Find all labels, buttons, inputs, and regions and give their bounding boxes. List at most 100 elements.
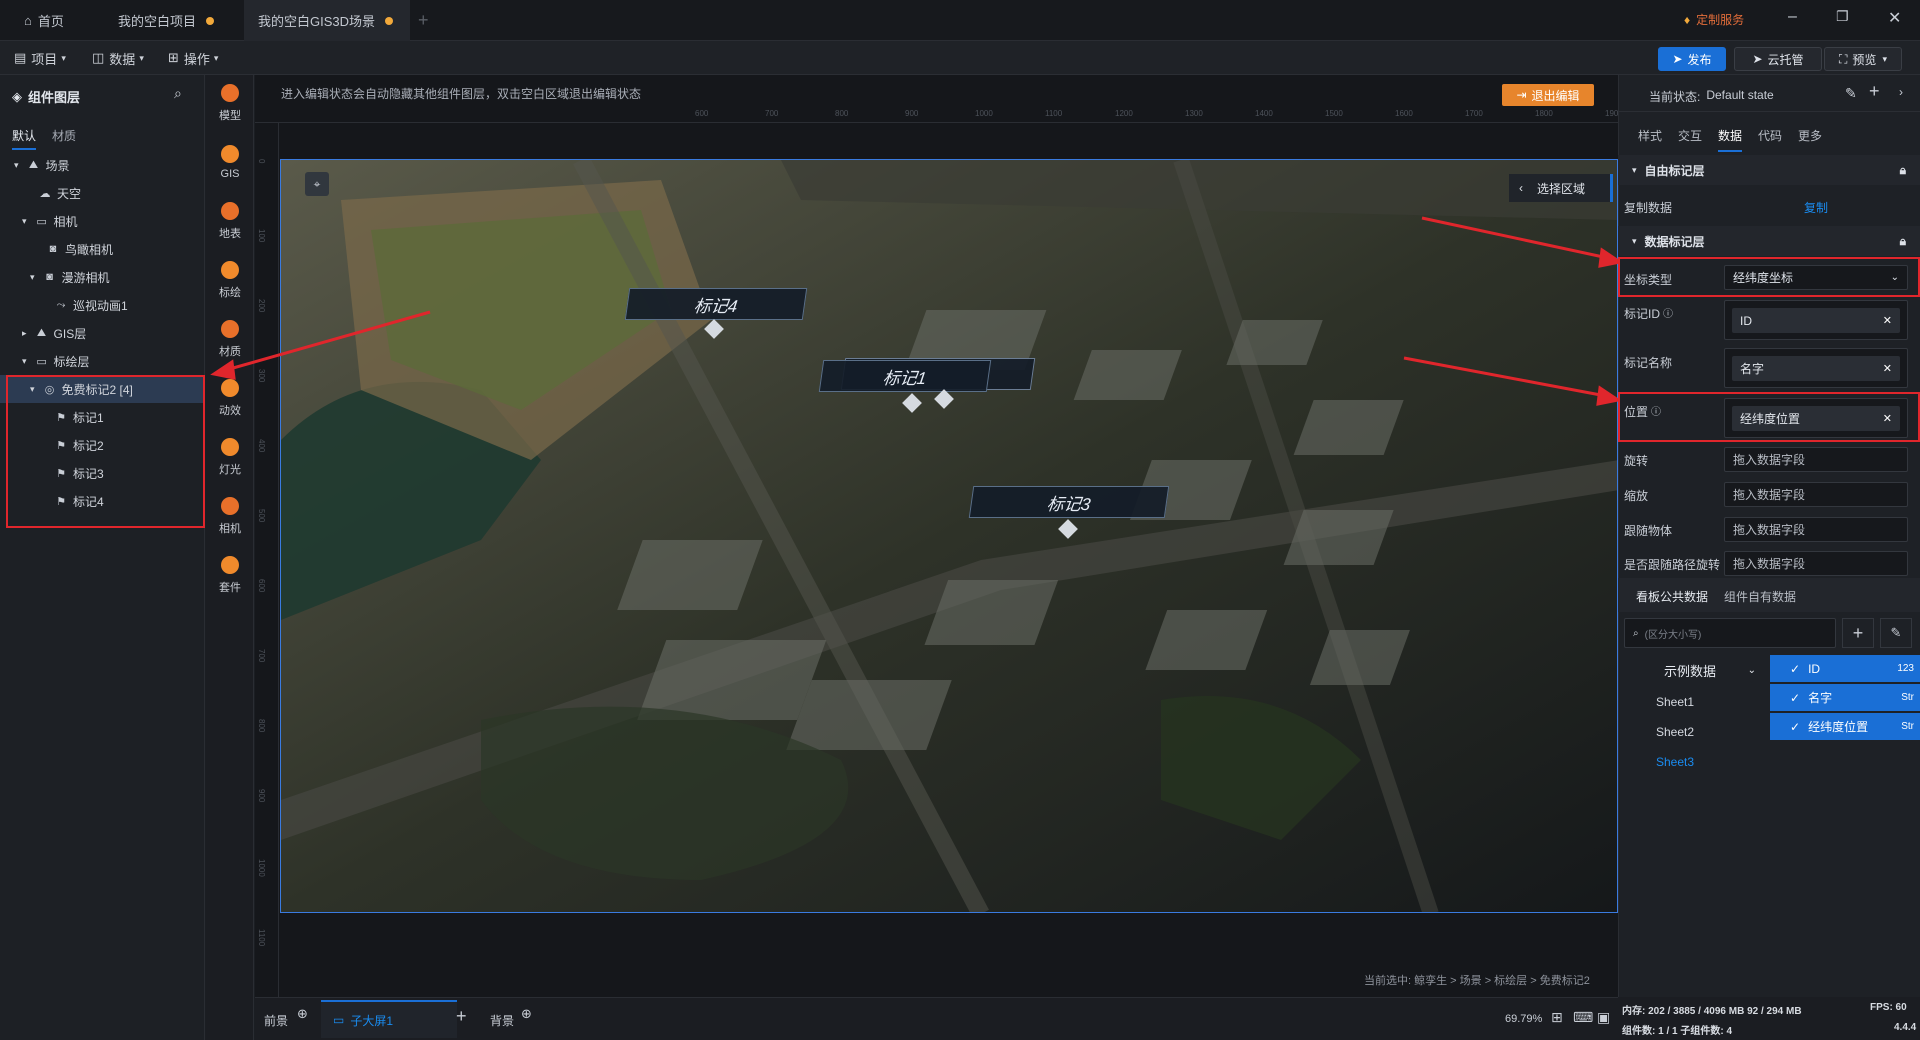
field-option-name[interactable]: ✓ 名字 Str (1770, 684, 1920, 711)
close-icon[interactable]: ✕ (1883, 314, 1892, 327)
marker-label-3[interactable]: 标记3 (968, 486, 1170, 518)
tree-item-scene[interactable]: ▾ ⛰ 场景 (0, 151, 204, 179)
tool-1[interactable]: GIS (206, 134, 254, 190)
publish-button[interactable]: ➤ 发布 (1658, 47, 1726, 71)
exit-edit-button[interactable]: ⇥ 退出编辑 (1502, 84, 1594, 106)
gis-scene-view[interactable]: ⌖ ‹ 选择区域 标记4 标记1 标记3 (280, 159, 1618, 913)
select-area-button[interactable]: ‹ 选择区域 (1509, 174, 1613, 202)
tab-prop-0[interactable]: 样式 (1638, 127, 1662, 144)
sheet-1[interactable]: Sheet1 (1656, 695, 1694, 709)
tree-item-sky[interactable]: ☁ 天空 (0, 179, 204, 207)
coord-type-select[interactable]: 经纬度坐标 ⌄ (1724, 265, 1908, 290)
ruler-tick: 1100 (1045, 109, 1063, 118)
search-icon[interactable]: ⌕ (174, 85, 182, 102)
select-area-label: 选择区域 (1537, 181, 1586, 196)
follow-dropzone[interactable]: 拖入数据字段 (1724, 517, 1908, 542)
add-tab-icon[interactable]: + (418, 10, 429, 31)
add-screen-icon[interactable]: + (456, 1006, 467, 1027)
tree-item-camera[interactable]: ▾ ▭ 相机 (0, 207, 204, 235)
menu-operation[interactable]: ⊞ 操作 ▾ (168, 41, 218, 75)
chevron-down-icon: ▾ (213, 52, 219, 63)
search-icon: ⌕ (1633, 627, 1639, 639)
position-chip[interactable]: 经纬度位置 ✕ (1732, 406, 1900, 431)
tree-item-bird-camera[interactable]: ◙ 鸟瞰相机 (0, 235, 204, 263)
tab-material[interactable]: 材质 (52, 127, 76, 144)
copy-button[interactable]: 复制 (1804, 199, 1828, 216)
edit-state-icon[interactable]: ✎ (1845, 85, 1857, 102)
scale-dropzone[interactable]: 拖入数据字段 (1724, 482, 1908, 507)
section-data-marker[interactable]: ▾ 数据标记层 🔒︎ (1618, 226, 1920, 256)
tree-item-roam-camera[interactable]: ▾ ◙ 漫游相机 (0, 263, 204, 291)
tool-6[interactable]: 灯光 (206, 429, 254, 485)
dataset-select[interactable]: 示例数据 ⌄ (1618, 655, 1768, 685)
tab-scene[interactable]: 我的空白GIS3D场景 (244, 0, 410, 41)
tree-item-gis-layer[interactable]: ▸ ⛰ GIS层 (0, 319, 204, 347)
add-background-icon[interactable]: ⊕ (521, 1006, 532, 1022)
ruler-tick: 1300 (1185, 109, 1203, 118)
field-option-id[interactable]: ✓ ID 123 (1770, 655, 1920, 682)
lock-icon[interactable]: 🔒︎ (1900, 163, 1906, 178)
tab-prop-4[interactable]: 更多 (1798, 127, 1822, 144)
chevron-right-icon[interactable]: › (1899, 85, 1903, 99)
tool-4[interactable]: 材质 (206, 311, 254, 367)
tree-label: 漫游相机 (61, 270, 110, 285)
tab-prop-3[interactable]: 代码 (1758, 127, 1782, 144)
chevron-down-icon: ▾ (22, 215, 27, 226)
tool-8[interactable]: 套件 (206, 547, 254, 603)
background-tab[interactable]: 背景 (490, 1012, 514, 1029)
tool-3[interactable]: 标绘 (206, 252, 254, 308)
restore-icon[interactable]: ❐ (1836, 8, 1849, 25)
tab-default[interactable]: 默认 (12, 127, 37, 150)
help-icon[interactable]: ⓘ (1663, 305, 1673, 322)
screen-tab[interactable]: ▭ 子大屏1 (321, 1000, 457, 1038)
custom-service-button[interactable]: ♦ 定制服务 (1684, 11, 1744, 28)
marker-name-chip[interactable]: 名字 ✕ (1732, 356, 1900, 381)
add-foreground-icon[interactable]: ⊕ (297, 1006, 308, 1022)
follow-path-dropzone[interactable]: 拖入数据字段 (1724, 551, 1908, 576)
rotate-dropzone[interactable]: 拖入数据字段 (1724, 447, 1908, 472)
chevron-down-icon: ▾ (1632, 235, 1637, 246)
marker-label-4[interactable]: 标记4 (624, 288, 808, 320)
close-icon[interactable]: ✕ (1883, 412, 1892, 425)
marker-label-1[interactable]: 标记1 (818, 360, 992, 392)
preview-button[interactable]: ⛶ 预览 ▾ (1824, 47, 1902, 71)
cloud-host-button[interactable]: ➤ 云托管 (1734, 47, 1822, 71)
console-icon[interactable]: ▣ (1597, 1009, 1610, 1026)
field-option-position[interactable]: ✓ 经纬度位置 Str (1770, 713, 1920, 740)
edit-dataset-icon[interactable]: ✎ (1880, 618, 1912, 648)
field-search-input[interactable]: ⌕ (区分大小写) (1624, 618, 1836, 648)
tab-project[interactable]: 我的空白项目 (104, 0, 228, 41)
tree-item-patrol-animation[interactable]: ⤳ 巡视动画1 (0, 291, 204, 319)
sheet-2[interactable]: Sheet2 (1656, 725, 1694, 739)
tree-item-plot-layer[interactable]: ▾ ▭ 标绘层 (0, 347, 204, 375)
marker-id-chip[interactable]: ID ✕ (1732, 308, 1900, 333)
tab-prop-1[interactable]: 交互 (1678, 127, 1702, 144)
foreground-tab[interactable]: 前景 (264, 1012, 288, 1029)
help-icon[interactable]: ⓘ (1651, 403, 1661, 420)
tab-public-data[interactable]: 看板公共数据 (1636, 588, 1708, 605)
sheet-3[interactable]: Sheet3 (1656, 755, 1694, 769)
add-state-icon[interactable]: + (1869, 81, 1880, 102)
zoom-level[interactable]: 69.79% (1505, 1013, 1542, 1025)
close-icon[interactable]: ✕ (1883, 362, 1892, 375)
follow-label: 跟随物体 (1624, 524, 1673, 538)
section-free-marker[interactable]: ▾ 自由标记层 🔒︎ (1618, 155, 1920, 185)
publish-label: 发布 (1687, 52, 1712, 67)
keyboard-icon[interactable]: ⌨ (1573, 1009, 1593, 1026)
menu-data[interactable]: ◫ 数据 ▾ (92, 41, 144, 75)
menu-project[interactable]: ▤ 项目 ▾ (14, 41, 66, 75)
location-pin-icon[interactable]: ⌖ (305, 172, 329, 196)
fit-screen-icon[interactable]: ⊞ (1551, 1009, 1563, 1026)
tool-5[interactable]: 动效 (206, 370, 254, 426)
add-dataset-icon[interactable]: + (1842, 618, 1874, 648)
tab-own-data[interactable]: 组件自有数据 (1724, 588, 1796, 605)
tool-0[interactable]: 模型 (206, 75, 254, 131)
minimize-icon[interactable]: – (1788, 8, 1797, 26)
tool-7[interactable]: 相机 (206, 488, 254, 544)
lock-icon[interactable]: 🔒︎ (1900, 234, 1906, 249)
close-icon[interactable]: ✕ (1888, 8, 1901, 28)
tab-home[interactable]: ⌂ 首页 (10, 0, 78, 41)
chevron-down-icon: ▾ (139, 52, 144, 63)
tool-2[interactable]: 地表 (206, 193, 254, 249)
tab-prop-2[interactable]: 数据 (1718, 127, 1743, 152)
